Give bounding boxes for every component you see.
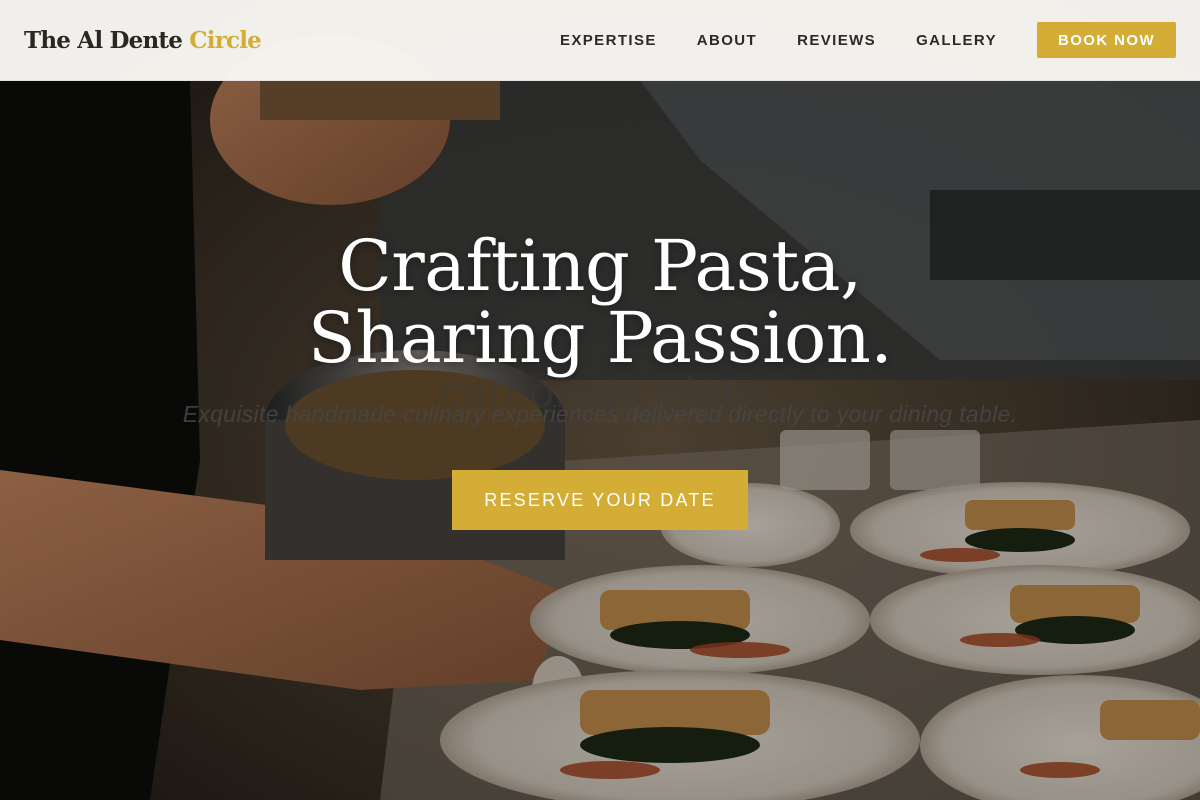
nav-link-gallery[interactable]: GALLERY (916, 32, 997, 49)
reserve-your-date-button[interactable]: RESERVE YOUR DATE (452, 470, 748, 530)
nav-link-reviews[interactable]: REVIEWS (797, 32, 876, 49)
nav-links: EXPERTISE ABOUT REVIEWS GALLERY (560, 32, 997, 49)
hero-section: Crafting Pasta, Sharing Passion. carbona… (0, 0, 1200, 800)
hero-content: Crafting Pasta, Sharing Passion. carbona… (0, 230, 1200, 530)
hero-headline-line1: Crafting Pasta, (338, 225, 862, 307)
brand-name-accent: Circle (189, 26, 262, 54)
hero-headline-line2: Sharing Passion. (307, 297, 893, 379)
nav-link-expertise[interactable]: EXPERTISE (560, 32, 657, 49)
nav-link-about[interactable]: ABOUT (697, 32, 757, 49)
book-now-button[interactable]: BOOK NOW (1037, 22, 1176, 58)
brand-logo[interactable]: The Al Dente Circle (24, 26, 262, 54)
brand-name-main: The Al Dente (24, 26, 183, 54)
navbar: The Al Dente Circle EXPERTISE ABOUT REVI… (0, 0, 1200, 81)
hero-headline: Crafting Pasta, Sharing Passion. (0, 230, 1200, 374)
hero-subtitle: Exquisite handmade culinary experiences … (182, 401, 1018, 427)
